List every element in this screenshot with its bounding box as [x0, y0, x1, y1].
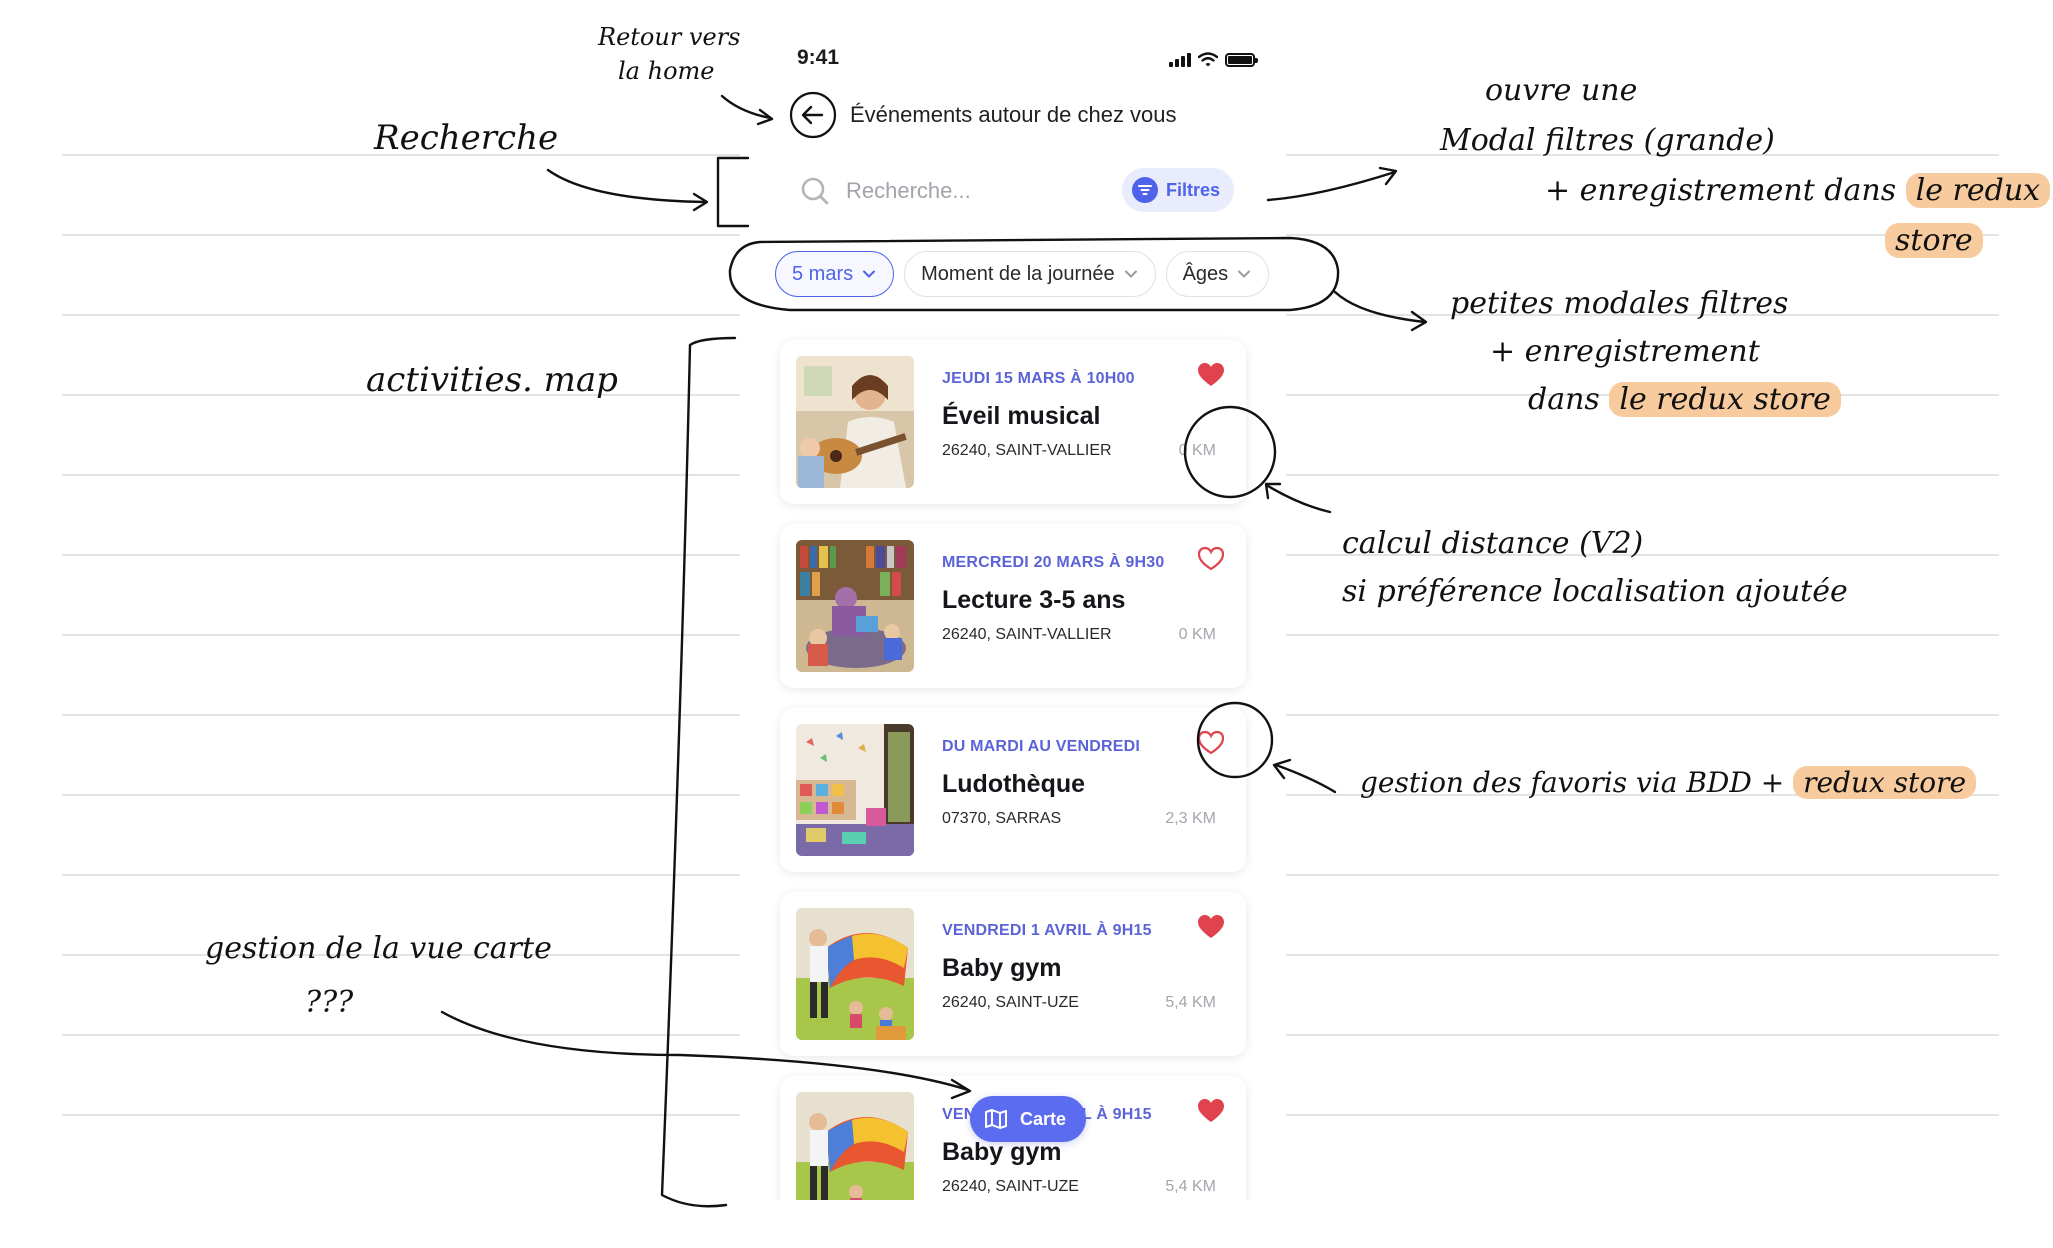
- event-distance: 5,4 KM: [1165, 994, 1216, 1011]
- battery-icon: [1225, 53, 1258, 67]
- event-location: 26240, SAINT-VALLIER: [942, 442, 1112, 459]
- favorite-button[interactable]: [1194, 358, 1228, 392]
- event-thumbnail: [796, 540, 914, 672]
- arrow-left-icon: [789, 91, 837, 139]
- event-date: VENDREDI 1 AVRIL À 9H15: [942, 922, 1152, 939]
- filters-button[interactable]: Filtres: [1121, 168, 1234, 212]
- chevron-down-icon: [1238, 270, 1251, 278]
- annotation-line: dans le redux store: [1450, 376, 1841, 424]
- event-title: Baby gym: [942, 1138, 1062, 1166]
- annotation-line: store: [1440, 216, 2050, 266]
- chip-label: Âges: [1182, 262, 1229, 285]
- chip-date[interactable]: 5 mars: [775, 251, 895, 297]
- map-view-button[interactable]: Carte: [970, 1096, 1087, 1142]
- map-label: Carte: [1020, 1108, 1067, 1129]
- event-date: JEUDI 15 MARS À 10H00: [942, 370, 1135, 387]
- annotation-text: dans: [1528, 382, 1600, 417]
- annotation-filtres: ouvre une Modal filtres (grande) + enreg…: [1440, 66, 2051, 266]
- event-distance: 2,3 KM: [1165, 810, 1216, 827]
- annotation-favoris: gestion des favoris via BDD + redux stor…: [1360, 766, 1977, 799]
- annotation-activities-map: activities. map: [366, 360, 618, 400]
- filters-label: Filtres: [1165, 179, 1220, 200]
- filters-icon: [1131, 177, 1158, 203]
- event-title: Éveil musical: [942, 402, 1101, 430]
- event-title: Lecture 3-5 ans: [942, 586, 1126, 614]
- heart-filled-icon: [1198, 915, 1224, 938]
- event-date: MERCREDI 20 MARS À 9H30: [942, 554, 1165, 571]
- annotation-highlight: le redux: [1905, 173, 2051, 208]
- search-input[interactable]: [846, 178, 1146, 204]
- chevron-down-icon: [863, 270, 876, 278]
- event-location: 26240, SAINT-UZE: [942, 1178, 1079, 1195]
- event-title: Ludothèque: [942, 770, 1086, 798]
- chevron-down-icon: [1124, 270, 1137, 278]
- chip-time-of-day[interactable]: Moment de la journée: [904, 251, 1156, 297]
- wifi-icon: [1198, 52, 1218, 67]
- favorite-button[interactable]: [1194, 910, 1228, 944]
- filter-chips: 5 mars Moment de la journée Âges: [775, 251, 1270, 297]
- annotation-text: + enregistrement dans: [1545, 173, 1897, 208]
- annotation-highlight: redux store: [1793, 766, 1977, 799]
- annotation-line: Retour vers: [598, 23, 741, 51]
- chip-label: 5 mars: [792, 262, 854, 285]
- annotation-line: ouvre une: [1485, 73, 1638, 108]
- annotation-chips: petites modales filtres + enregistrement…: [1450, 280, 1841, 424]
- event-location: 07370, SARRAS: [942, 810, 1062, 827]
- event-distance: 0 KM: [1178, 442, 1216, 459]
- favorite-button[interactable]: [1194, 542, 1228, 576]
- annotation-vue-carte: gestion de la vue carte ???: [205, 922, 552, 1030]
- phone-screen: 9:41 Événements autour de chez vous Rech…: [740, 0, 1286, 1200]
- event-distance: 0 KM: [1178, 626, 1216, 643]
- favorite-button[interactable]: [1194, 1094, 1228, 1128]
- status-time: 9:41: [797, 46, 840, 69]
- annotation-line: calcul distance (V2): [1342, 526, 1644, 561]
- favorite-button[interactable]: [1194, 726, 1228, 760]
- annotation-highlight: store: [1885, 223, 1983, 258]
- map-icon: [985, 1109, 1007, 1129]
- annotation-line: Modal filtres (grande): [1440, 123, 1775, 158]
- chip-label: Moment de la journée: [921, 262, 1115, 285]
- annotation-line: la home: [618, 57, 715, 85]
- annotation-recherche: Recherche: [374, 118, 559, 158]
- event-list: JEUDI 15 MARS À 10H00 Éveil musical 2624…: [780, 340, 1246, 1200]
- signal-icon: [1169, 53, 1191, 67]
- annotation-highlight: le redux store: [1609, 382, 1841, 417]
- event-card[interactable]: VENDREDI 1 AVRIL À 9H15 Baby gym 26240, …: [780, 892, 1246, 1056]
- header: Événements autour de chez vous: [788, 90, 1177, 140]
- event-thumbnail: [796, 1092, 914, 1200]
- back-button[interactable]: [788, 90, 838, 140]
- annotation-retour: Retour vers la home: [598, 20, 740, 88]
- event-card[interactable]: DU MARDI AU VENDREDI Ludothèque 07370, S…: [780, 708, 1246, 872]
- event-card[interactable]: JEUDI 15 MARS À 10H00 Éveil musical 2624…: [780, 340, 1246, 504]
- annotation-line: + enregistrement: [1490, 334, 1760, 369]
- event-card[interactable]: MERCREDI 20 MARS À 9H30 Lecture 3-5 ans …: [780, 524, 1246, 688]
- heart-filled-icon: [1198, 1099, 1224, 1122]
- annotation-line: gestion de la vue carte: [205, 931, 552, 966]
- annotation-distance: calcul distance (V2) si préférence local…: [1342, 520, 1848, 616]
- annotation-line: ???: [305, 985, 354, 1020]
- event-thumbnail: [796, 724, 914, 856]
- event-location: 26240, SAINT-UZE: [942, 994, 1079, 1011]
- event-title: Baby gym: [942, 954, 1062, 982]
- annotation-text: gestion des favoris via BDD +: [1360, 766, 1785, 799]
- heart-outline-icon: [1197, 730, 1225, 755]
- event-thumbnail: [796, 356, 914, 488]
- event-date: DU MARDI AU VENDREDI: [942, 738, 1141, 755]
- event-location: 26240, SAINT-VALLIER: [942, 626, 1112, 643]
- chip-ages[interactable]: Âges: [1165, 251, 1270, 297]
- status-icons: [1169, 52, 1258, 67]
- annotation-line: si préférence localisation ajoutée: [1342, 574, 1848, 609]
- annotation-line: petites modales filtres: [1450, 286, 1789, 321]
- heart-outline-icon: [1197, 546, 1225, 571]
- search-bar: Filtres: [788, 164, 1234, 218]
- event-thumbnail: [796, 908, 914, 1040]
- search-icon: [801, 177, 829, 205]
- event-distance: 5,4 KM: [1165, 1178, 1216, 1195]
- page-title: Événements autour de chez vous: [850, 102, 1177, 127]
- heart-filled-icon: [1198, 363, 1224, 386]
- annotation-line: + enregistrement dans le redux: [1440, 166, 2051, 216]
